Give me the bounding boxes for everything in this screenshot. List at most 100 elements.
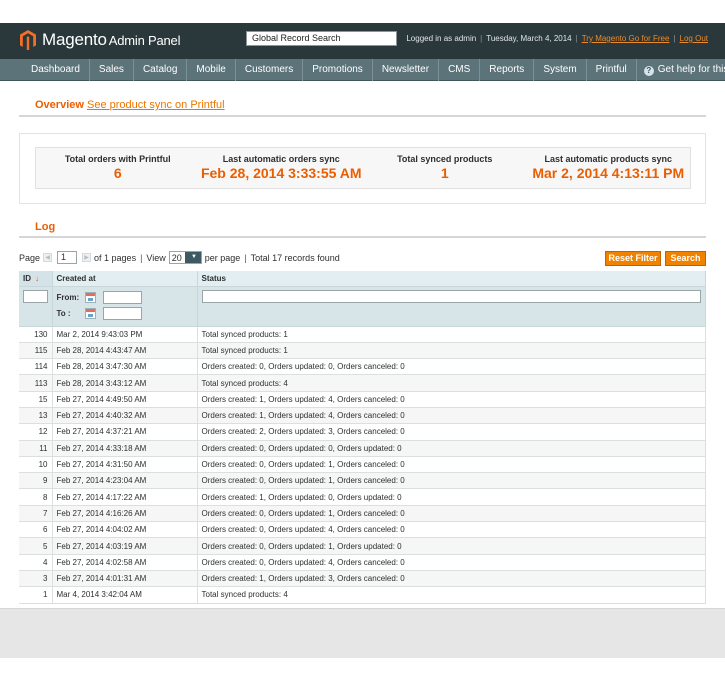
row-created-at: Feb 27, 2014 4:17:22 AM	[52, 488, 198, 506]
help-link[interactable]: ?Get help for this page	[637, 59, 725, 81]
stats-bar: Total orders with Printful 6 Last automa…	[35, 147, 691, 189]
row-id: 7	[19, 505, 53, 523]
log-divider	[19, 236, 706, 238]
global-search-input[interactable]: Global Record Search	[246, 31, 397, 46]
table-row[interactable]: 4 Feb 27, 2014 4:02:58 AM Orders created: …	[19, 554, 706, 571]
row-status: Orders created: 0, Orders updated: 1, Or…	[197, 456, 706, 474]
table-row[interactable]: 5 Feb 27, 2014 4:03:19 AM Orders created: …	[19, 537, 706, 555]
row-status: Total synced products: 1	[197, 342, 706, 360]
help-icon: ?	[643, 65, 654, 76]
table-row[interactable]: 10 Feb 27, 2014 4:31:50 AM Orders created:…	[19, 456, 706, 474]
table-row[interactable]: 130 Mar 2, 2014 9:43:03 PM Total synced pr…	[19, 326, 706, 343]
grid-pager: Page ◀ 1 ▶ of 1 pages | View 20 ▼ per pag…	[19, 251, 340, 264]
row-status: Orders created: 1, Orders updated: 3, Or…	[197, 570, 706, 588]
row-status: Orders created: 1, Orders updated: 0, Or…	[197, 488, 706, 506]
table-row[interactable]: 13 Feb 27, 2014 4:40:32 AM Orders created:…	[19, 407, 706, 425]
row-id: 114	[19, 358, 53, 376]
page-footer	[0, 608, 725, 658]
nav-dashboard[interactable]: Dashboard	[0, 58, 90, 81]
nav-reports[interactable]: Reports	[480, 58, 535, 81]
nav-catalog[interactable]: Catalog	[134, 58, 188, 81]
magento-logo[interactable]: Magento Admin Panel	[20, 30, 180, 50]
nav-sales[interactable]: Sales	[90, 58, 134, 81]
overview-heading: Overview See product sync on Printful	[35, 99, 225, 111]
table-row[interactable]: 3 Feb 27, 2014 4:01:31 AM Orders created: …	[19, 570, 706, 588]
calendar-icon[interactable]	[84, 308, 96, 319]
main-nav: Dashboard Sales Catalog Mobile Customers…	[0, 58, 725, 81]
nav-system[interactable]: System	[534, 58, 587, 81]
stat-total-orders: Total orders with Printful 6	[64, 154, 171, 181]
search-button[interactable]: Search	[665, 251, 706, 266]
table-row[interactable]: 6 Feb 27, 2014 4:04:02 AM Orders created: …	[19, 521, 706, 539]
table-row[interactable]: 11 Feb 27, 2014 4:33:18 AM Orders created:…	[19, 440, 706, 457]
table-row[interactable]: 1 Mar 4, 2014 3:42:04 AM Total synced prod…	[19, 586, 706, 604]
row-created-at: Feb 27, 2014 4:01:31 AM	[52, 570, 198, 588]
status-filter-input[interactable]	[201, 289, 701, 303]
row-id: 9	[19, 472, 53, 490]
table-row[interactable]: 9 Feb 27, 2014 4:23:04 AM Orders created: …	[19, 472, 706, 490]
logout-link[interactable]: Log Out	[680, 34, 708, 43]
row-id: 113	[19, 374, 53, 392]
row-status: Orders created: 0, Orders updated: 0, Or…	[197, 440, 706, 457]
row-status: Orders created: 1, Orders updated: 4, Or…	[197, 391, 706, 408]
row-created-at: Feb 27, 2014 4:02:58 AM	[52, 554, 198, 571]
row-status: Total synced products: 1	[197, 326, 706, 343]
next-page-icon[interactable]: ▶	[82, 253, 92, 262]
table-row[interactable]: 8 Feb 27, 2014 4:17:22 AM Orders created: …	[19, 488, 706, 506]
row-id: 4	[19, 554, 53, 571]
nav-cms[interactable]: CMS	[439, 58, 481, 81]
table-row[interactable]: 114 Feb 28, 2014 3:47:30 AM Orders created…	[19, 358, 706, 376]
row-created-at: Feb 28, 2014 3:47:30 AM	[52, 358, 198, 376]
admin-header: Magento Admin Panel Global Record Search …	[0, 23, 725, 59]
per-page-select[interactable]: 20 ▼	[168, 251, 202, 264]
stat-total-synced-products: Total synced products 1	[397, 154, 493, 181]
log-heading: Log	[35, 221, 56, 233]
id-filter-input[interactable]	[23, 289, 48, 303]
row-status: Orders created: 2, Orders updated: 3, Or…	[197, 423, 706, 441]
date-to-input[interactable]	[102, 307, 142, 320]
row-created-at: Mar 2, 2014 9:43:03 PM	[52, 326, 198, 343]
nav-customers[interactable]: Customers	[236, 58, 304, 81]
header-links: Logged in as admin | Tuesday, March 4, 201…	[406, 34, 708, 43]
logo-text: Magento Admin Panel	[42, 30, 181, 49]
row-created-at: Feb 27, 2014 4:23:04 AM	[52, 472, 198, 490]
magento-logo-icon	[20, 30, 36, 50]
id-filter-cell	[19, 286, 53, 327]
row-status: Orders created: 0, Orders updated: 4, Or…	[197, 554, 706, 571]
row-id: 1	[19, 586, 53, 604]
log-grid: ID ↓ Created at Status From: To : 130 Mar …	[19, 271, 706, 604]
row-created-at: Feb 27, 2014 4:40:32 AM	[52, 407, 198, 425]
row-created-at: Feb 27, 2014 4:16:26 AM	[52, 505, 198, 523]
row-id: 13	[19, 407, 53, 425]
prev-page-icon[interactable]: ◀	[43, 253, 53, 262]
row-created-at: Mar 4, 2014 3:42:04 AM	[52, 586, 198, 604]
records-count: Total 17 records found	[250, 252, 340, 263]
overview-divider	[19, 115, 706, 117]
column-header-id[interactable]: ID ↓	[19, 271, 53, 287]
table-row[interactable]: 7 Feb 27, 2014 4:16:26 AM Orders created: …	[19, 505, 706, 523]
reset-filter-button[interactable]: Reset Filter	[605, 251, 661, 266]
row-id: 10	[19, 456, 53, 474]
row-created-at: Feb 27, 2014 4:33:18 AM	[52, 440, 198, 457]
date-from-input[interactable]	[102, 291, 142, 304]
nav-promotions[interactable]: Promotions	[303, 58, 373, 81]
nav-newsletter[interactable]: Newsletter	[373, 58, 440, 81]
column-header-created[interactable]: Created at	[52, 271, 198, 287]
row-id: 8	[19, 488, 53, 506]
page-number-input[interactable]: 1	[57, 251, 78, 264]
try-magento-link[interactable]: Try Magento Go for Free	[582, 34, 670, 43]
calendar-icon[interactable]	[84, 292, 96, 303]
table-row[interactable]: 12 Feb 27, 2014 4:37:21 AM Orders created:…	[19, 423, 706, 441]
column-header-status[interactable]: Status	[197, 271, 706, 287]
table-row[interactable]: 113 Feb 28, 2014 3:43:12 AM Total synced p…	[19, 374, 706, 392]
table-row[interactable]: 115 Feb 28, 2014 4:43:47 AM Total synced p…	[19, 342, 706, 360]
row-status: Orders created: 0, Orders updated: 4, Or…	[197, 521, 706, 539]
log-rows: 130 Mar 2, 2014 9:43:03 PM Total synced pr…	[19, 326, 706, 604]
product-sync-link[interactable]: See product sync on Printful	[87, 99, 225, 111]
logged-in-text: Logged in as admin	[406, 34, 477, 43]
nav-printful[interactable]: Printful	[587, 58, 637, 81]
status-filter-cell	[197, 286, 706, 327]
nav-mobile[interactable]: Mobile	[187, 58, 236, 81]
row-id: 15	[19, 391, 53, 408]
table-row[interactable]: 15 Feb 27, 2014 4:49:50 AM Orders created:…	[19, 391, 706, 408]
